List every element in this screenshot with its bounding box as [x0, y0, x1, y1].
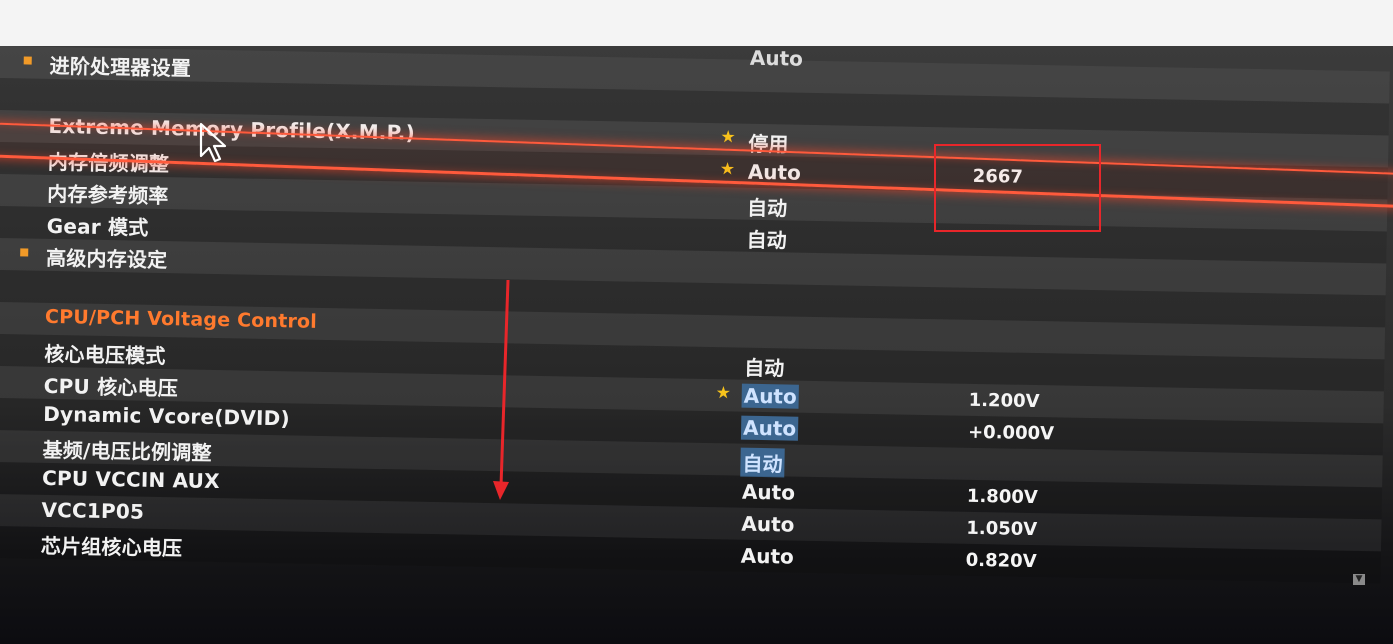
- current-reading: 1.050V: [966, 517, 1038, 541]
- setting-label: 芯片组核心电压: [40, 533, 183, 561]
- setting-value[interactable]: Auto: [739, 544, 796, 569]
- star-icon: ★: [720, 127, 736, 148]
- setting-label: 高级内存设定: [45, 245, 168, 273]
- setting-value[interactable]: 自动: [745, 192, 790, 222]
- section-header: CPU/PCH Voltage Control: [44, 305, 318, 333]
- setting-value[interactable]: Auto: [740, 415, 799, 441]
- setting-value[interactable]: Auto: [741, 383, 799, 409]
- setting-label: 进阶处理器设置: [49, 53, 192, 81]
- setting-label: 核心电压模式: [44, 341, 166, 369]
- submenu-bullet-icon: [20, 248, 29, 257]
- current-reading: 1.800V: [966, 485, 1038, 509]
- bios-screen: Auto 进阶处理器设置 Extreme Memory Profile(X.M.P…: [0, 46, 1393, 644]
- scroll-down-icon[interactable]: ▼: [1353, 574, 1365, 585]
- star-icon: ★: [715, 383, 732, 404]
- setting-value[interactable]: Auto: [740, 480, 797, 505]
- current-reading: 1.200V: [968, 389, 1040, 413]
- setting-value[interactable]: 自动: [744, 224, 789, 254]
- mouse-cursor-icon: [199, 122, 227, 163]
- setting-value[interactable]: 自动: [742, 352, 787, 382]
- setting-label: CPU 核心电压: [43, 373, 179, 401]
- annotation-arrow: [493, 279, 510, 500]
- setting-label: CPU VCCIN AUX: [41, 465, 220, 494]
- current-reading: 0.820V: [965, 549, 1037, 573]
- submenu-bullet-icon: [23, 56, 32, 65]
- setting-label: 内存参考频率: [47, 181, 169, 209]
- setting-label: 基频/电压比例调整: [42, 437, 212, 465]
- setting-value[interactable]: Auto: [739, 512, 796, 537]
- setting-label: Dynamic Vcore(DVID): [43, 401, 291, 431]
- setting-label: Gear 模式: [46, 213, 149, 240]
- setting-label: VCC1P05: [41, 497, 145, 524]
- current-reading: +0.000V: [967, 421, 1055, 445]
- annotation-red-box: [934, 144, 1101, 232]
- setting-value[interactable]: 自动: [740, 447, 785, 478]
